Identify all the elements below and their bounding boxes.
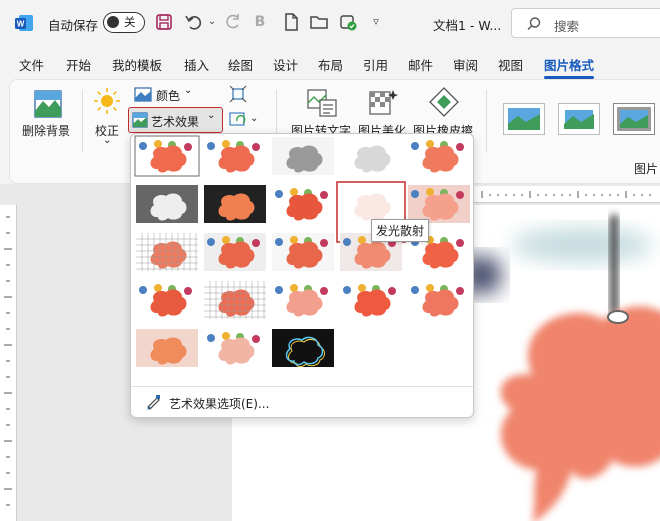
- search-icon: [527, 17, 541, 30]
- art-effect-option[interactable]: [136, 233, 198, 271]
- style-thumbnail: [617, 107, 651, 131]
- search-placeholder: 搜索: [554, 19, 580, 34]
- art-effects-options-icon: [147, 395, 160, 410]
- picture-style-2[interactable]: [558, 103, 600, 135]
- art-effect-option[interactable]: [272, 233, 334, 271]
- title-bar: W 自动保存 关 ⌄ B ▿ 文档1 - W... 搜索: [0, 0, 660, 46]
- art-effect-option[interactable]: [272, 185, 334, 223]
- tab-review[interactable]: 审阅: [453, 55, 478, 74]
- compress-picture-icon[interactable]: [229, 85, 247, 103]
- tab-mailings[interactable]: 邮件: [408, 55, 433, 74]
- correct-dropdown-icon[interactable]: ⌄: [103, 135, 111, 146]
- art-effect-option[interactable]: [204, 137, 266, 175]
- ribbon-separator: [82, 90, 83, 152]
- document-title: 文档1 - W...: [433, 18, 502, 33]
- art-effects-icon: [132, 112, 148, 128]
- art-effect-option[interactable]: [136, 329, 198, 367]
- ruler-ticks: [4, 216, 12, 506]
- art-effects-dropdown-icon: ⌄: [207, 110, 216, 121]
- art-effect-option[interactable]: [204, 233, 266, 271]
- vertical-ruler: [0, 205, 17, 521]
- autosave-label: 自动保存: [48, 18, 99, 33]
- tooltip: 发光散射: [371, 219, 430, 242]
- art-effect-option[interactable]: [204, 281, 266, 319]
- undo-dropdown-icon[interactable]: ⌄: [202, 12, 222, 32]
- art-effect-option[interactable]: [272, 281, 334, 319]
- tab-file[interactable]: 文件: [19, 55, 44, 74]
- art-effects-label: 艺术效果: [151, 115, 200, 129]
- sync-icon[interactable]: [338, 12, 358, 32]
- art-effect-option[interactable]: [204, 185, 266, 223]
- search-box[interactable]: 搜索: [511, 8, 660, 38]
- art-effect-option[interactable]: [408, 185, 470, 223]
- art-effect-option[interactable]: [134, 135, 200, 177]
- open-folder-icon[interactable]: [309, 12, 329, 32]
- ribbon-tabs: 文件 开始 我的模板 插入 绘图 设计 布局 引用 邮件 审阅 视图 图片格式: [0, 47, 660, 79]
- art-effects-gallery: 艺术效果选项(E)...: [130, 133, 474, 418]
- picture-to-text-icon: [307, 89, 337, 117]
- autosave-state: 关: [124, 15, 136, 29]
- color-dropdown-icon[interactable]: ⌄: [184, 85, 192, 96]
- art-effect-option[interactable]: [136, 185, 198, 223]
- sun-icon: [94, 88, 120, 114]
- tab-design[interactable]: 设计: [273, 55, 298, 74]
- art-effects-options[interactable]: 艺术效果选项(E)...: [169, 395, 269, 412]
- autosave-toggle[interactable]: 关: [103, 12, 145, 33]
- art-effect-option[interactable]: [272, 137, 334, 175]
- word-logo-icon: W: [15, 15, 33, 31]
- tab-layout[interactable]: 布局: [318, 55, 343, 74]
- art-effect-option[interactable]: [408, 137, 470, 175]
- group-label-picture: 图片: [634, 162, 659, 176]
- art-effect-option[interactable]: [136, 281, 198, 319]
- tab-home[interactable]: 开始: [66, 55, 91, 74]
- tab-my-templates[interactable]: 我的模板: [112, 55, 162, 74]
- picture-style-1[interactable]: [503, 103, 545, 135]
- tab-insert[interactable]: 插入: [184, 55, 209, 74]
- bold-icon[interactable]: B: [250, 12, 270, 32]
- art-effects-button[interactable]: 艺术效果 ⌄: [128, 107, 223, 133]
- art-effect-option[interactable]: [340, 281, 402, 319]
- tab-picture-format[interactable]: 图片格式: [544, 55, 594, 74]
- effects-grid: [134, 135, 470, 367]
- gallery-separator: [131, 386, 473, 387]
- picture-beautify-icon: [369, 90, 398, 115]
- art-effect-option[interactable]: [204, 329, 266, 367]
- style-thumbnail: [508, 108, 540, 130]
- save-icon[interactable]: [154, 12, 174, 32]
- change-picture-dropdown-icon[interactable]: ⌄: [250, 113, 258, 124]
- redo-icon[interactable]: [222, 12, 242, 32]
- svg-text:W: W: [17, 20, 25, 29]
- color-button[interactable]: 颜色: [156, 87, 180, 104]
- art-effect-option[interactable]: [408, 281, 470, 319]
- art-effect-option[interactable]: [340, 137, 402, 175]
- ribbon-separator: [486, 90, 487, 152]
- tab-draw[interactable]: 绘图: [228, 55, 253, 74]
- customize-icon[interactable]: ▿: [366, 12, 386, 32]
- tab-view[interactable]: 视图: [498, 55, 523, 74]
- tab-references[interactable]: 引用: [363, 55, 388, 74]
- remove-background-icon: [34, 90, 62, 118]
- style-thumbnail: [563, 108, 595, 130]
- picture-style-3[interactable]: [613, 103, 655, 135]
- picture-eraser-icon: [429, 87, 459, 117]
- change-picture-icon[interactable]: [229, 112, 247, 128]
- toggle-knob: [107, 16, 119, 28]
- art-effect-option[interactable]: [272, 329, 334, 367]
- remove-background-button[interactable]: 删除背景: [22, 122, 70, 139]
- color-icon: [134, 87, 152, 102]
- new-file-icon[interactable]: [281, 12, 301, 32]
- undo-icon[interactable]: [184, 12, 204, 32]
